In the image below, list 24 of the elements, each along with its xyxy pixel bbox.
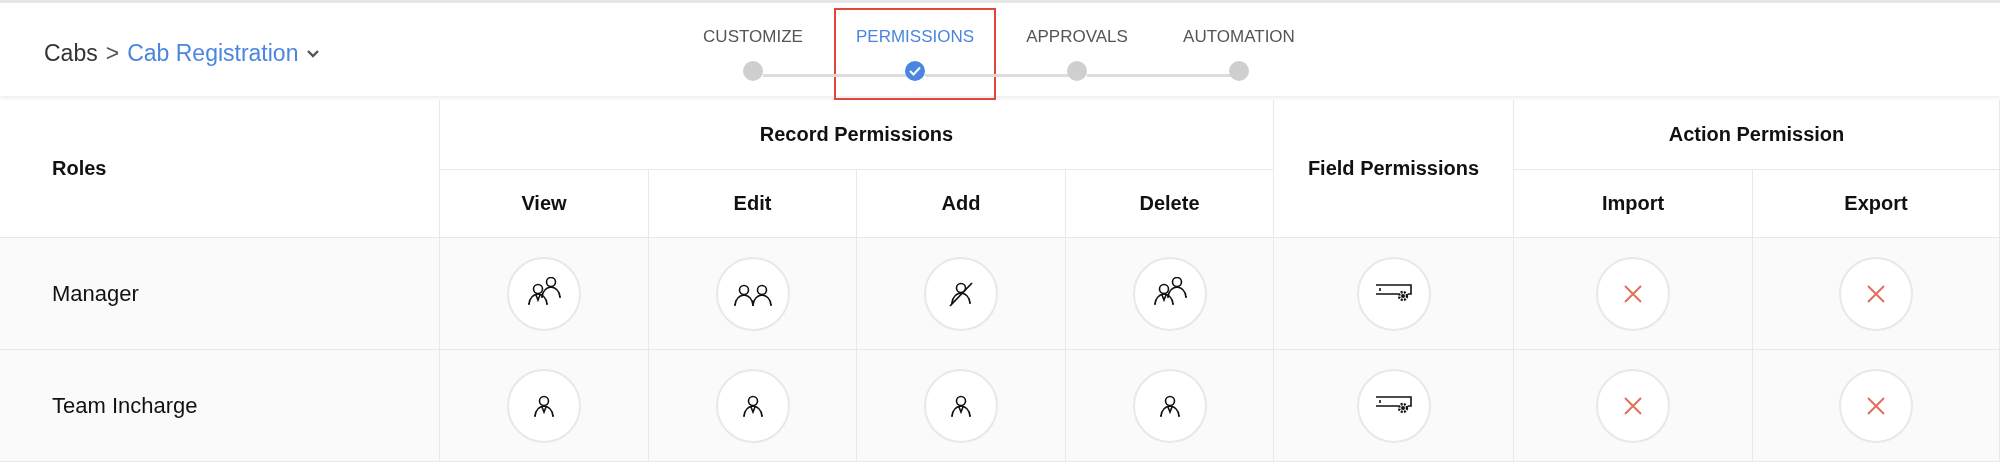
column-group-header: Record Permissions [440, 100, 1274, 170]
role-name: Manager [0, 238, 440, 350]
role-name: Team Incharge [0, 350, 440, 462]
wizard-step[interactable]: AUTOMATION [1158, 8, 1320, 100]
chevron-down-icon[interactable] [306, 48, 321, 59]
column-group-header: Field Permissions [1274, 100, 1514, 238]
column-group-header: Action Permission [1514, 100, 2000, 170]
column-header: Roles [0, 100, 440, 238]
column-header: Import [1514, 170, 1753, 238]
wizard-step[interactable]: APPROVALS [996, 8, 1158, 100]
column-header: Add [857, 170, 1066, 238]
wizard-step[interactable]: CUSTOMIZE [672, 8, 834, 100]
check-icon [909, 66, 921, 76]
column-header: Export [1753, 170, 2000, 238]
breadcrumb-current[interactable]: Cab Registration [127, 40, 299, 67]
breadcrumb-link[interactable]: Cabs [44, 40, 98, 67]
breadcrumb-separator: > [105, 40, 120, 67]
close-icon [1867, 284, 1885, 303]
column-header: Delete [1066, 170, 1274, 238]
column-header: View [440, 170, 649, 238]
close-icon [1624, 396, 1642, 415]
column-header: Edit [649, 170, 857, 238]
close-icon [1624, 284, 1642, 303]
close-icon [1867, 396, 1885, 415]
